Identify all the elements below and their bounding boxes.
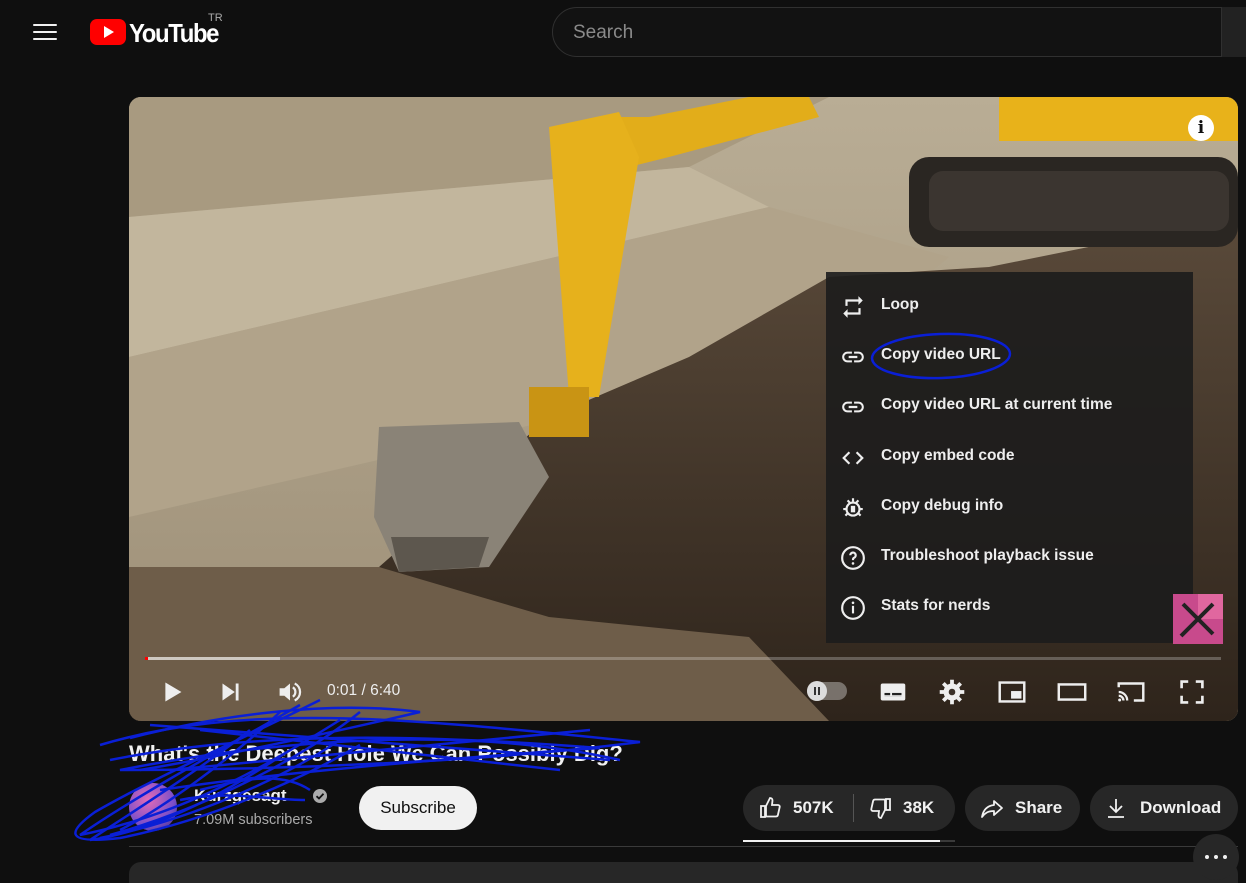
subscriber-count: 7.09M subscribers [194, 812, 313, 828]
link-icon [842, 401, 864, 413]
menu-item-label: Troubleshoot playback issue [881, 546, 1094, 564]
share-label: Share [1015, 798, 1063, 817]
loop-icon [843, 296, 863, 318]
share-button[interactable]: Share [965, 785, 1080, 831]
help-icon [841, 546, 865, 570]
more-icon [1205, 855, 1209, 859]
menu-item-label: Copy video URL at current time [881, 396, 1113, 414]
menu-item-stats-for-nerds[interactable]: Stats for nerds [826, 583, 1193, 633]
menu-item-label: Stats for nerds [881, 597, 991, 615]
logo-wordmark: YouTube [129, 18, 219, 48]
dislike-button[interactable]: 38K [854, 785, 955, 831]
guide-menu-button[interactable] [25, 12, 65, 52]
progress-buffered [145, 657, 280, 660]
like-button[interactable]: 507K [743, 785, 853, 831]
progress-played [145, 657, 148, 660]
search-button[interactable] [1221, 7, 1246, 57]
info-card-button[interactable]: i [1188, 115, 1214, 141]
country-code: TR [208, 12, 223, 24]
youtube-logo[interactable]: YouTube TR [90, 12, 230, 48]
mute-button[interactable] [273, 675, 307, 709]
menu-item-troubleshoot[interactable]: Troubleshoot playback issue [826, 533, 1193, 583]
like-dislike-group: 507K 38K [743, 785, 955, 831]
menu-item-copy-url-at-time[interactable]: Copy video URL at current time [826, 382, 1193, 432]
fullscreen-button[interactable] [1175, 675, 1209, 709]
like-ratio-bar [743, 840, 955, 842]
subscribe-button[interactable]: Subscribe [359, 786, 477, 830]
volume-icon [279, 683, 290, 701]
menu-item-loop[interactable]: Loop [826, 282, 1193, 332]
search-input[interactable] [573, 20, 1173, 46]
channel-name[interactable]: Kurzgesagt [194, 786, 287, 806]
progress-bar[interactable] [145, 657, 1221, 660]
verified-badge-icon [313, 789, 327, 803]
theater-icon [1057, 683, 1087, 701]
debug-icon [843, 498, 863, 517]
play-icon [165, 682, 182, 702]
dislike-count: 38K [903, 798, 935, 817]
youtube-play-logo-icon [90, 19, 126, 45]
download-icon [1108, 799, 1124, 818]
miniplayer-button[interactable] [995, 675, 1029, 709]
fullscreen-icon [1180, 680, 1204, 704]
hamburger-icon [33, 24, 57, 26]
more-actions-button[interactable] [1193, 834, 1239, 880]
autoplay-toggle[interactable] [807, 681, 847, 701]
subtitles-button[interactable] [876, 675, 910, 709]
menu-item-label: Loop [881, 296, 919, 313]
description-box[interactable] [129, 862, 1238, 883]
next-icon [222, 683, 235, 701]
link-icon [842, 351, 864, 363]
info-icon [841, 596, 865, 621]
cast-button[interactable] [1114, 675, 1148, 709]
search-box [552, 7, 1246, 57]
theater-mode-button[interactable] [1055, 675, 1089, 709]
pause-icon [807, 681, 827, 701]
subtitles-icon [880, 683, 906, 701]
player-context-menu: Loop Copy video URL Copy video URL at cu… [826, 272, 1193, 643]
download-button[interactable]: Download [1090, 785, 1238, 831]
video-title: What's the Deepest Hole We Can Possibly … [129, 741, 623, 766]
channel-avatar[interactable] [129, 783, 177, 831]
channel-watermark-icon[interactable] [1173, 594, 1223, 644]
settings-button[interactable] [935, 675, 969, 709]
thumbs-down-icon [870, 798, 891, 819]
play-button[interactable] [155, 675, 189, 709]
thumbs-up-icon [760, 797, 781, 818]
menu-item-label: Copy embed code [881, 446, 1015, 464]
share-icon [981, 800, 1003, 818]
menu-item-copy-video-url[interactable]: Copy video URL [826, 332, 1193, 382]
menu-item-copy-embed-code[interactable]: Copy embed code [826, 433, 1193, 483]
next-button[interactable] [214, 675, 248, 709]
code-icon [842, 451, 864, 465]
like-count: 507K [793, 798, 834, 817]
menu-item-copy-debug-info[interactable]: Copy debug info [826, 483, 1193, 533]
menu-item-label: Copy video URL [881, 346, 1001, 364]
video-player[interactable]: i Loop Copy video URL Copy video URL at … [129, 97, 1238, 721]
time-display: 0:01 / 6:40 [327, 682, 401, 699]
like-ratio-fill [743, 840, 941, 842]
download-label: Download [1140, 798, 1222, 817]
menu-item-label: Copy debug info [881, 496, 1004, 514]
